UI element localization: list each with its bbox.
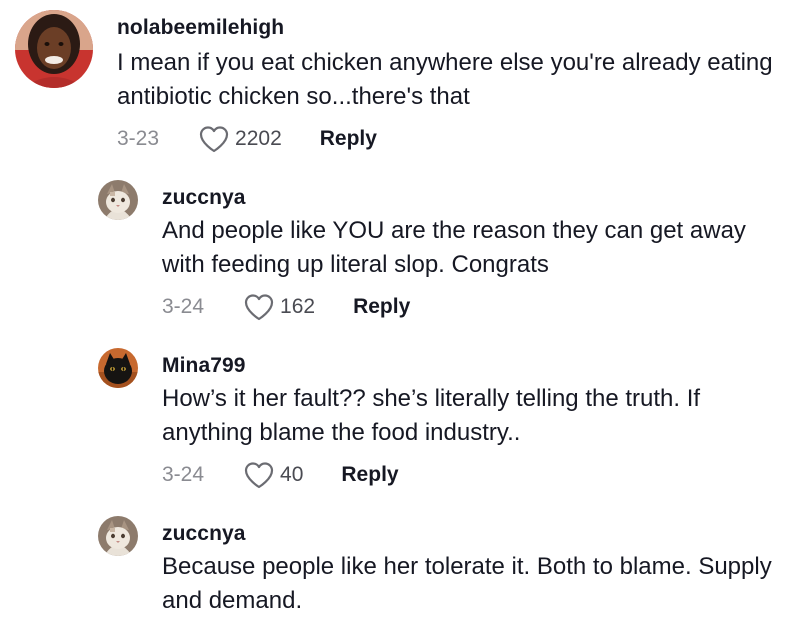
reply-item: zuccnya Because people like her tolerate…: [0, 506, 798, 628]
avatar[interactable]: [15, 10, 93, 88]
cat-photo-avatar-icon: [98, 180, 138, 220]
comment-text: Because people like her tolerate it. Bot…: [162, 553, 772, 614]
reply-button[interactable]: Reply: [353, 295, 410, 319]
user-photo-avatar-icon: [15, 10, 93, 88]
comment-text: I mean if you eat chicken anywhere else …: [117, 49, 773, 110]
heart-icon: [244, 462, 274, 489]
comment-meta: 3-24 162 Reply: [162, 292, 410, 322]
cat-photo-avatar-icon: [98, 516, 138, 556]
avatar[interactable]: [98, 180, 138, 220]
comment-username[interactable]: Mina799: [162, 354, 246, 378]
reply-item: zuccnya And people like YOU are the reas…: [0, 170, 798, 338]
like-button[interactable]: 2202: [199, 125, 282, 153]
like-count: 40: [280, 463, 304, 486]
comment-date: 3-23: [117, 127, 160, 150]
like-button[interactable]: 40: [244, 461, 303, 489]
comment-username[interactable]: nolabeemilehigh: [117, 16, 284, 40]
reply-item: Mina799 How’s it her fault?? she’s liter…: [0, 338, 798, 506]
comment-date: 3-24: [162, 295, 205, 318]
heart-icon: [199, 126, 229, 153]
like-count: 162: [280, 295, 316, 318]
reply-button[interactable]: Reply: [341, 463, 398, 487]
comment-text: How’s it her fault?? she’s literally tel…: [162, 385, 701, 446]
heart-icon: [244, 294, 274, 321]
comment-meta: 3-23 2202 Reply: [117, 124, 377, 154]
like-button[interactable]: 162: [244, 293, 315, 321]
reply-button[interactable]: Reply: [320, 127, 377, 151]
comment-meta: 3-24 40 Reply: [162, 460, 399, 490]
avatar[interactable]: [98, 516, 138, 556]
comment-text: And people like YOU are the reason they …: [162, 217, 746, 278]
comment-username[interactable]: zuccnya: [162, 522, 246, 546]
avatar[interactable]: [98, 348, 138, 388]
comment-item: nolabeemilehigh I mean if you eat chicke…: [0, 0, 798, 170]
comment-username[interactable]: zuccnya: [162, 186, 246, 210]
comment-date: 3-24: [162, 463, 205, 486]
like-count: 2202: [235, 127, 282, 150]
black-cat-photo-avatar-icon: [98, 348, 138, 388]
